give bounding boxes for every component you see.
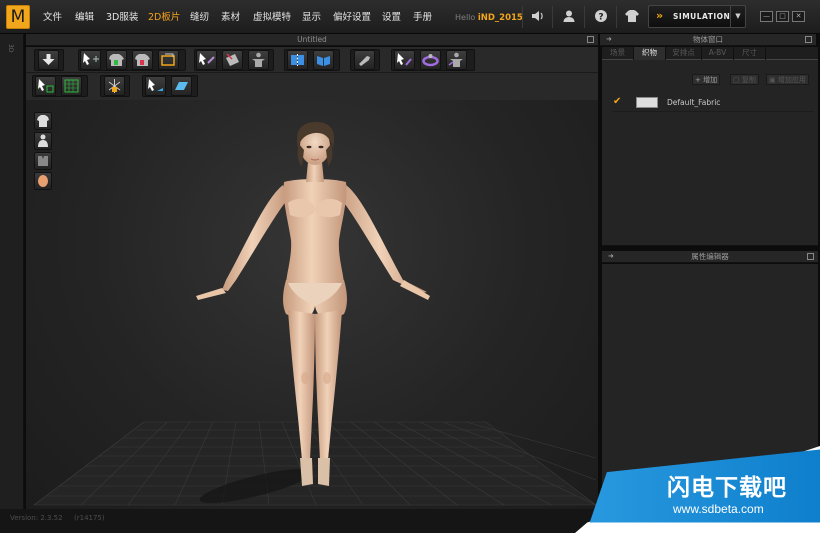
user-icon[interactable] [561,9,577,25]
close-button[interactable]: ✕ [792,11,805,22]
simulation-dropdown-icon[interactable]: ▼ [730,6,745,27]
build-label: (r14175) [74,514,105,522]
svg-text:?: ? [598,12,603,22]
object-window-tabs: 场景 织物 安排点 A-BV 尺寸 [602,47,818,60]
copy-icon: ▢ [733,76,740,84]
texture-edit-icon[interactable] [222,50,243,70]
garment-red-icon[interactable] [132,50,153,70]
select-fabric-icon[interactable] [145,76,166,96]
3d-viewport[interactable] [26,100,598,509]
speaker-icon[interactable] [530,9,546,25]
select-mesh-icon[interactable] [35,76,56,96]
list-item[interactable]: ✔ Default_Fabric [612,95,814,112]
watermark: 闪电下载吧 www.sdbeta.com [575,446,820,533]
toolbar-row-2 [26,73,598,100]
checkmark-icon: ✔ [613,96,622,107]
menu-display[interactable]: 显示 [302,0,321,34]
menu-separator [616,6,617,28]
sew-book-icon[interactable] [313,50,334,70]
mesh-grid-icon[interactable] [61,76,82,96]
user-greeting: Hello iND_2015 [455,0,523,36]
simulation-button[interactable]: » SIMULATION ▼ [648,5,746,28]
menu-separator [522,6,523,28]
menu-separator [552,6,553,28]
app-logo[interactable]: M [6,5,30,29]
hello-label: Hello [455,13,476,22]
apply-icon: ▣ [769,76,776,84]
toolbar-row-1 [26,47,598,73]
watermark-url: www.sdbeta.com [673,502,764,516]
help-icon[interactable]: ? [593,9,609,25]
viewport-title-text: Untitled [297,35,327,44]
apply-fabric-button[interactable]: ▣ 增加应用 [766,74,809,85]
status-bar: Version: 2.3.52 (r14175) [0,509,600,533]
fabric-name: Default_Fabric [667,98,721,107]
simulation-chevron-icon: » [656,9,664,22]
viewport-title: Untitled [26,34,598,46]
menu-2d-pattern[interactable]: 2D板片 [148,0,180,34]
menu-settings[interactable]: 设置 [382,0,401,34]
apply-fabric-label: 增加应用 [777,76,806,84]
floor-grid [33,421,597,506]
left-dock-tab[interactable]: 3D [7,44,14,52]
simulation-label: SIMULATION [673,12,731,21]
avatar-scene [33,122,597,506]
select-pin-icon[interactable] [394,50,415,70]
avatar-pose-icon[interactable] [248,50,269,70]
fabric-swatch [636,97,658,108]
copy-fabric-button[interactable]: ▢ 复制 [730,74,759,85]
property-editor-header: ➜ 属性编辑器 [602,251,818,263]
menu-file[interactable]: 文件 [43,0,62,34]
menu-materials[interactable]: 素材 [221,0,240,34]
tab-arrangement[interactable]: 安排点 [666,47,702,60]
tab-scene[interactable]: 场景 [602,47,634,60]
menu-sewing[interactable]: 缝纫 [190,0,209,34]
add-fabric-button[interactable]: + 增加 [692,74,721,85]
menu-preferences[interactable]: 偏好设置 [333,0,371,34]
panel-pin-icon[interactable]: ➜ [608,251,614,262]
garment-icon[interactable] [624,9,640,25]
object-window-title: 物体窗口 [693,35,723,44]
garment-fold-icon[interactable] [158,50,179,70]
panel-pin-icon[interactable]: ➜ [606,34,612,45]
version-label: Version: 2.3.52 [10,514,63,522]
sew-blue-icon[interactable] [287,50,308,70]
fabric-list-panel: + 增加 ▢ 复制 ▣ 增加应用 ✔ Default_Fabric [602,60,818,246]
tack-icon[interactable] [354,50,375,70]
garment-view-icon[interactable] [34,112,52,130]
avatar-arrange-icon[interactable] [446,50,467,70]
user-name: iND_2015 [477,13,523,23]
tab-abv[interactable]: A-BV [702,47,734,60]
menu-edit[interactable]: 编辑 [75,0,94,34]
copy-fabric-label: 复制 [741,76,756,84]
fabric-plane-icon[interactable] [171,76,192,96]
minimize-button[interactable]: — [760,11,773,22]
garment-green-icon[interactable] [106,50,127,70]
pattern-view-icon[interactable] [34,152,52,170]
menu-bar: M 文件 编辑 3D服装 2D板片 缝纫 素材 虚拟模特 显示 偏好设置 设置 … [0,0,820,34]
tab-fabric[interactable]: 织物 [634,47,666,60]
edit-pattern-icon[interactable] [196,50,217,70]
undock-icon[interactable] [805,36,812,43]
load-arrow-icon[interactable] [38,50,59,70]
menu-separator [584,6,585,28]
avatar-view-icon[interactable] [34,132,52,150]
undock-icon[interactable] [587,36,594,43]
left-dock-strip: 3D [0,34,24,533]
head-view-icon[interactable] [34,172,52,190]
watermark-title: 闪电下载吧 [667,475,787,501]
object-window-header: ➜ 物体窗口 [600,34,816,46]
maximize-button[interactable]: □ [776,11,789,22]
property-editor-title: 属性编辑器 [691,252,729,261]
tab-size[interactable]: 尺寸 [734,47,766,60]
select-move-icon[interactable] [80,50,101,70]
menu-avatar[interactable]: 虚拟模特 [253,0,291,34]
rotate-ring-icon[interactable] [420,50,441,70]
menu-3d-garment[interactable]: 3D服装 [106,0,138,34]
menu-manual[interactable]: 手册 [413,0,432,34]
sparkle-icon[interactable] [104,76,125,96]
undock-icon[interactable] [807,253,814,260]
